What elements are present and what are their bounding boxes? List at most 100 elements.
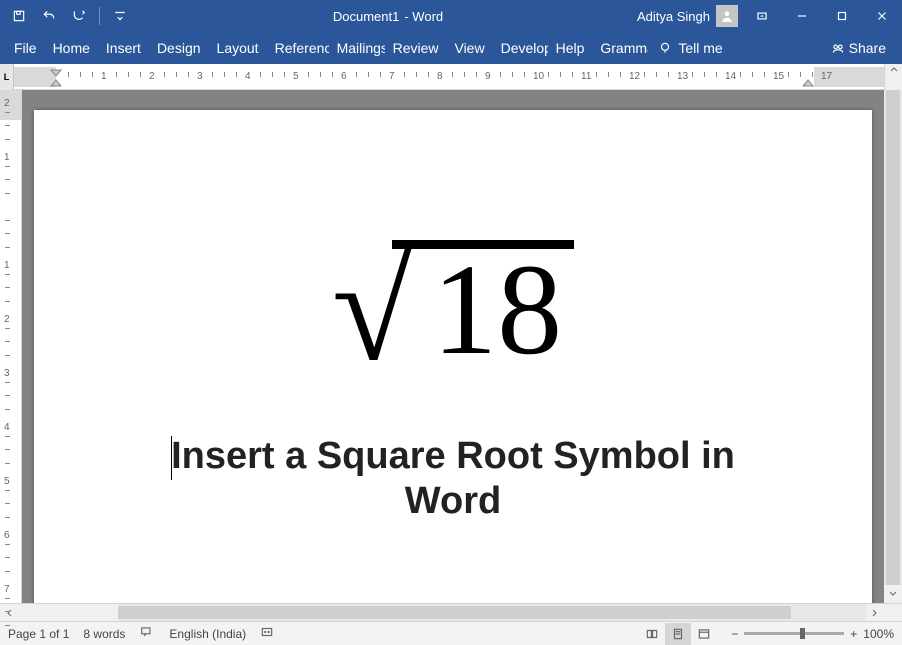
person-icon [720, 9, 734, 23]
zoom-out-button[interactable]: − [731, 627, 738, 641]
minimize-button[interactable] [782, 0, 822, 32]
hanging-indent-marker[interactable] [50, 77, 62, 87]
document-caption[interactable]: Insert a Square Root Symbol in Word [134, 435, 772, 523]
share-label: Share [849, 40, 886, 56]
horizontal-ruler[interactable]: 12345678910111213141517 [14, 67, 884, 87]
horizontal-scrollbar[interactable] [0, 603, 902, 621]
maximize-button[interactable] [822, 0, 862, 32]
zoom-slider[interactable] [744, 632, 844, 635]
app-name-suffix: - Word [404, 9, 443, 24]
undo-icon [42, 9, 56, 23]
window-buttons [742, 0, 902, 32]
bulb-icon [658, 41, 672, 55]
tab-review[interactable]: Review [385, 32, 447, 64]
hscroll-track[interactable] [118, 604, 866, 621]
document-name: Document1 [333, 9, 399, 24]
user-avatar[interactable] [716, 5, 738, 27]
tab-mailings[interactable]: Mailings [329, 32, 385, 64]
tab-label: Developer [501, 40, 548, 56]
page-info[interactable]: Page 1 of 1 [8, 627, 69, 641]
radical-bar [392, 240, 574, 249]
user-name: Aditya Singh [637, 9, 710, 24]
qat-separator [99, 7, 100, 25]
redo-button[interactable] [66, 2, 92, 30]
tab-label: Home [53, 40, 90, 56]
document-area[interactable]: √18 Insert a Square Root Symbol in Word [22, 90, 884, 603]
tellme-label: Tell me [678, 40, 722, 56]
equation-sqrt[interactable]: √18 [134, 240, 772, 375]
document-page[interactable]: √18 Insert a Square Root Symbol in Word [34, 110, 872, 603]
quick-access-toolbar [0, 2, 139, 30]
work-area: 211234567 √18 Insert a Square Root Symbo… [0, 90, 902, 603]
spelling-icon[interactable] [139, 625, 155, 642]
tab-home[interactable]: Home [45, 32, 98, 64]
zoom-slider-thumb[interactable] [800, 628, 805, 639]
redo-icon [72, 9, 86, 23]
web-layout-button[interactable] [691, 623, 717, 645]
scroll-up-placeholder [884, 64, 902, 90]
tab-design[interactable]: Design [149, 32, 209, 64]
vertical-ruler[interactable]: 211234567 [0, 90, 22, 603]
tab-grammarly[interactable]: Grammarly [592, 32, 648, 64]
tab-file[interactable]: File [6, 32, 45, 64]
tab-label: Grammarly [600, 40, 648, 56]
tab-label: Insert [106, 40, 141, 56]
view-mode-buttons [639, 623, 717, 645]
vscroll-thumb[interactable] [886, 90, 900, 585]
tab-layout[interactable]: Layout [209, 32, 267, 64]
window-title: Document1 - Word [139, 9, 637, 24]
zoom-level[interactable]: 100% [863, 627, 894, 641]
tab-label: Layout [217, 40, 259, 56]
tab-view[interactable]: View [446, 32, 492, 64]
print-layout-button[interactable] [665, 623, 691, 645]
equation-value: 18 [414, 238, 574, 382]
tab-help[interactable]: Help [548, 32, 593, 64]
ribbon-options-button[interactable] [742, 0, 782, 32]
close-button[interactable] [862, 0, 902, 32]
read-mode-button[interactable] [639, 623, 665, 645]
tellme-search[interactable]: Tell me [648, 32, 732, 64]
ruler-tab-selector[interactable]: L [0, 64, 14, 90]
scroll-left-button[interactable] [0, 604, 18, 621]
read-mode-icon [645, 627, 659, 641]
user-area: Aditya Singh [637, 5, 742, 27]
tab-developer[interactable]: Developer [493, 32, 548, 64]
caption-text: Insert a Square Root Symbol in Word [171, 435, 735, 522]
close-icon [875, 9, 889, 23]
vscroll-track[interactable] [884, 90, 902, 585]
language[interactable]: English (India) [169, 627, 246, 641]
chevron-down-icon [888, 589, 898, 599]
macro-icon[interactable] [260, 625, 274, 642]
share-button[interactable]: Share [821, 32, 896, 64]
chevron-right-icon [870, 608, 880, 618]
chevron-down-icon [113, 9, 127, 23]
ribbon-options-icon [755, 9, 769, 23]
tab-label: References [275, 40, 329, 56]
word-count[interactable]: 8 words [83, 627, 125, 641]
chevron-left-icon [4, 608, 14, 618]
title-bar: Document1 - Word Aditya Singh [0, 0, 902, 32]
vertical-scrollbar[interactable] [884, 90, 902, 603]
tab-references[interactable]: References [267, 32, 329, 64]
tab-label: File [14, 40, 37, 56]
qat-customize-button[interactable] [107, 2, 133, 30]
ribbon-tabs: File Home Insert Design Layout Reference… [0, 32, 902, 64]
tab-label: Help [556, 40, 585, 56]
tab-insert[interactable]: Insert [98, 32, 149, 64]
tab-label: Mailings [337, 40, 385, 56]
tab-label: Review [393, 40, 439, 56]
status-bar: Page 1 of 1 8 words English (India) − + … [0, 621, 902, 645]
tab-label: View [454, 40, 484, 56]
scroll-right-button[interactable] [866, 604, 884, 621]
scroll-up-icon[interactable] [889, 64, 899, 74]
web-layout-icon [697, 627, 711, 641]
zoom-in-button[interactable]: + [850, 627, 857, 641]
maximize-icon [835, 9, 849, 23]
undo-button[interactable] [36, 2, 62, 30]
scroll-down-button[interactable] [884, 585, 902, 603]
hscroll-thumb[interactable] [118, 606, 791, 619]
print-layout-icon [671, 627, 685, 641]
save-button[interactable] [6, 2, 32, 30]
radical-symbol: √ [332, 226, 414, 392]
right-indent-marker[interactable] [802, 77, 814, 87]
